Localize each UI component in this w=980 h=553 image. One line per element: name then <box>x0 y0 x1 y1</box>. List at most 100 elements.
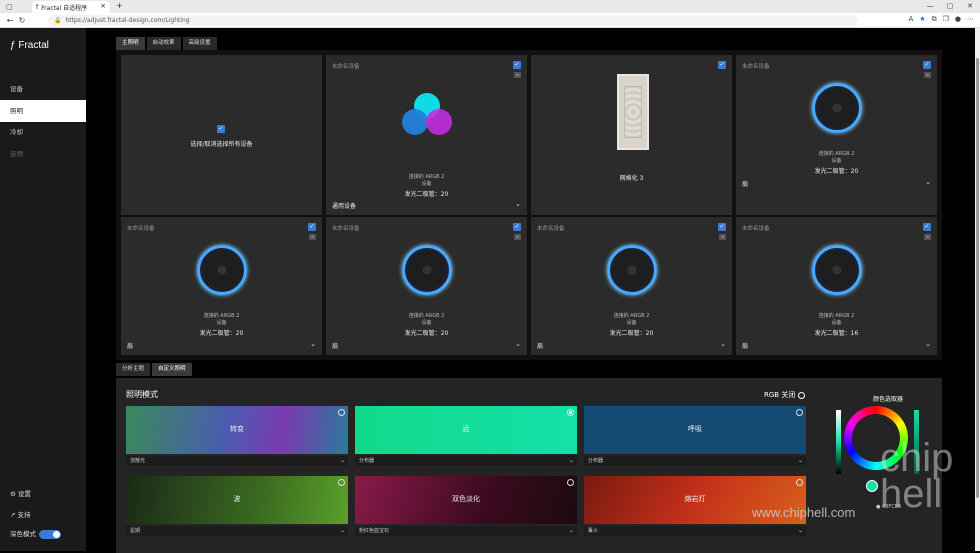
settings-link[interactable]: ⚙ 设置 <box>10 488 31 498</box>
mode-option-select[interactable]: 粉红色蓝宝石 ⌄ <box>355 526 577 536</box>
connection-label: 连接的 ARGB 2 <box>203 313 240 319</box>
device-name: 未命名设备 <box>332 64 360 70</box>
case-icon <box>617 74 649 150</box>
tab-startup-effect[interactable]: 启动效果 <box>146 37 181 50</box>
led-count: 发光二极管：20 <box>814 168 859 175</box>
device-checkbox[interactable]: ✓ <box>923 223 931 231</box>
fan-card[interactable]: 未命名设备 ✓ ≡ 连接的 ARGB 2 设备 发光二极管：16 扇 ⌄ <box>736 217 937 355</box>
mode-radio[interactable] <box>338 409 345 416</box>
device-name: 未命名设备 <box>742 64 770 70</box>
color-picker-title: 颜色选取器 <box>873 396 904 403</box>
chevron-down-icon[interactable]: ⌄ <box>720 340 726 348</box>
device-type: 扇 <box>742 181 749 188</box>
fan-card[interactable]: 未命名设备 ✓ ≡ 连接的 ARGB 2 设备 发光二极管：20 扇 ⌄ <box>121 217 322 355</box>
mode-radio[interactable] <box>796 479 803 486</box>
back-icon[interactable]: ← <box>4 16 16 25</box>
page-scrollbar[interactable] <box>975 28 980 551</box>
chevron-down-icon[interactable]: ⌄ <box>310 340 316 348</box>
fan-card[interactable]: 未命名设备 ✓ ≡ 连接的 ARGB 2 设备 发光二极管：20 扇 ⌄ <box>326 217 527 355</box>
fan-icon <box>402 245 452 295</box>
read-aloud-icon[interactable]: A <box>909 15 914 24</box>
browser-tab[interactable]: f Fractal 自适程序 × <box>32 1 110 13</box>
connection-label: 连接的 ARGB 2 <box>408 174 445 180</box>
case-name: 网格化 3 <box>619 175 644 182</box>
case-card[interactable]: ✓ 网格化 3 <box>531 55 732 215</box>
new-tab-button[interactable]: + <box>116 1 123 10</box>
url-text: https://adjust.fractal-design.com/Lighti… <box>65 17 190 24</box>
settings-icon[interactable]: ≡ <box>514 234 521 240</box>
window-menu-icon[interactable]: ▢ <box>6 3 13 11</box>
sidebar-item-cooling[interactable]: 冷却 <box>0 121 86 143</box>
mode-tile-breathing[interactable]: 呼吸 <box>584 406 806 454</box>
dark-mode-toggle[interactable] <box>39 529 61 539</box>
device-card[interactable]: 未命名设备 ✓ ≡ 连接的 ARGB 2 设备 发光二极管：20 通用设备 ⌄ <box>326 55 527 215</box>
collections-icon[interactable]: ❐ <box>943 15 949 24</box>
mode-radio[interactable] <box>567 479 574 486</box>
settings-icon[interactable]: ≡ <box>924 234 931 240</box>
device-checkbox[interactable]: ✓ <box>308 223 316 231</box>
tab-advanced[interactable]: 高级设置 <box>182 37 217 50</box>
device-sublabel: 设备 <box>626 320 637 326</box>
settings-icon[interactable]: ≡ <box>514 72 521 78</box>
device-checkbox[interactable]: ✓ <box>718 223 726 231</box>
mode-radio[interactable] <box>567 409 574 416</box>
select-all-checkbox[interactable]: ✓ <box>217 125 225 133</box>
rgb-off-toggle[interactable]: RGB 关闭 <box>764 390 806 400</box>
device-type: 通用设备 <box>332 203 357 210</box>
lighting-panel: 照明模式 RGB 关闭 转变 流散光 ⌄ 远 分布器 ⌄ 呼吸 分布器 ⌄ 波 星期 ⌄… <box>116 378 942 553</box>
refresh-icon[interactable]: ↻ <box>16 16 28 25</box>
fan-icon <box>607 245 657 295</box>
mode-radio[interactable] <box>338 479 345 486</box>
settings-icon[interactable]: ≡ <box>309 234 316 240</box>
extensions-icon[interactable]: ⧉ <box>932 15 937 24</box>
brightness-slider[interactable] <box>836 410 841 474</box>
device-checkbox[interactable]: ✓ <box>513 223 521 231</box>
chevron-down-icon[interactable]: ⌄ <box>925 178 931 186</box>
mode-option-select[interactable]: 分布器 ⌄ <box>584 456 806 466</box>
device-checkbox[interactable]: ✓ <box>718 61 726 69</box>
chevron-down-icon: ⌄ <box>797 527 803 534</box>
mode-label: 远 <box>462 425 470 433</box>
sidebar-item-lighting[interactable]: 照明 <box>0 100 86 122</box>
fan-card[interactable]: 未命名设备 ✓ ≡ 连接的 ARGB 2 设备 发光二极管：20 扇 ⌄ <box>531 217 732 355</box>
support-link[interactable]: ↗ 支持 <box>10 509 31 519</box>
mode-option-select[interactable]: 流散光 ⌄ <box>126 456 348 466</box>
watermark-text: www.chiphell.com <box>752 505 856 520</box>
tab-analysis-theme[interactable]: 分析主题 <box>116 363 151 376</box>
close-tab-icon[interactable]: × <box>100 2 106 10</box>
sidebar-item-audio[interactable]: 音频 <box>0 143 86 165</box>
mode-option-select[interactable]: 星期 ⌄ <box>126 526 348 536</box>
mode-tile-wave[interactable]: 波 <box>126 476 348 524</box>
mode-label: 波 <box>233 495 241 503</box>
mode-tile-two-color-fade[interactable]: 双色淡化 <box>355 476 577 524</box>
chevron-down-icon[interactable]: ⌄ <box>925 340 931 348</box>
settings-icon[interactable]: ≡ <box>719 234 726 240</box>
settings-icon[interactable]: ≡ <box>924 72 931 78</box>
maximize-icon[interactable]: ▢ <box>940 0 960 13</box>
minimize-icon[interactable]: — <box>920 0 940 13</box>
fan-icon <box>812 83 862 133</box>
fan-card[interactable]: 未命名设备 ✓ ≡ 连接的 ARGB 2 设备 发光二极管：20 扇 ⌄ <box>736 55 937 215</box>
chevron-down-icon[interactable]: ⌄ <box>515 340 521 348</box>
address-bar[interactable]: 🔒 https://adjust.fractal-design.com/Ligh… <box>48 15 858 26</box>
mode-option-select[interactable]: 篝火 ⌄ <box>584 526 806 536</box>
device-checkbox[interactable]: ✓ <box>923 61 931 69</box>
device-sublabel: 设备 <box>421 320 432 326</box>
chevron-down-icon[interactable]: ⌄ <box>515 200 521 208</box>
profile-icon[interactable]: ● <box>955 15 961 24</box>
favorite-star-icon[interactable]: ★ <box>919 15 925 24</box>
mode-option-select[interactable]: 分布器 ⌄ <box>355 456 577 466</box>
sidebar-item-devices[interactable]: 设备 <box>0 78 86 100</box>
mode-radio[interactable] <box>796 409 803 416</box>
mode-tile-transition[interactable]: 转变 <box>126 406 348 454</box>
tab-main-lighting[interactable]: 主照明 <box>116 37 145 50</box>
close-window-icon[interactable]: ✕ <box>960 0 980 13</box>
device-name: 未命名设备 <box>742 226 770 232</box>
device-type: 扇 <box>537 343 544 350</box>
tab-custom-lighting[interactable]: 自定义照明 <box>152 363 192 376</box>
select-all-label: 选择/取消选择所有设备 <box>190 141 253 148</box>
device-checkbox[interactable]: ✓ <box>513 61 521 69</box>
more-icon[interactable]: ⋯ <box>967 15 974 24</box>
select-all-card[interactable]: ✓ 选择/取消选择所有设备 <box>121 55 322 215</box>
mode-tile-far[interactable]: 远 <box>355 406 577 454</box>
